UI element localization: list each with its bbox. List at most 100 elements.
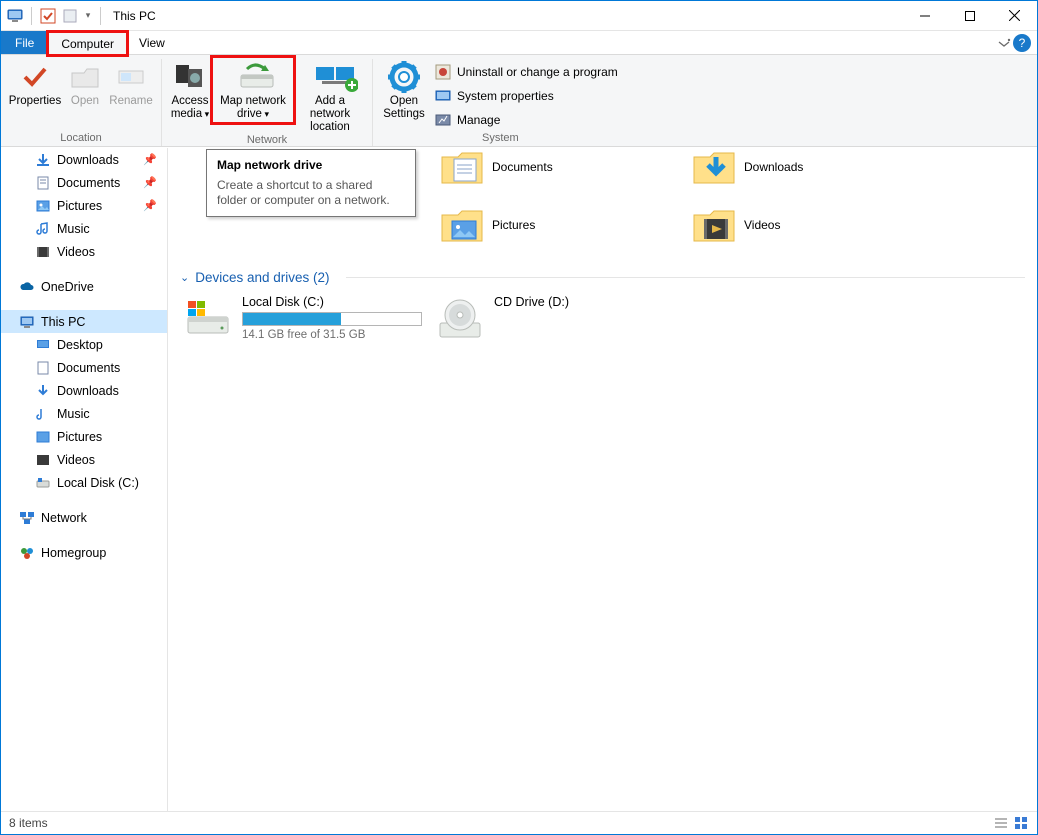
group-system-label: System xyxy=(482,132,519,146)
nav-this-pc[interactable]: This PC xyxy=(1,310,167,333)
open-label: Open xyxy=(71,95,99,108)
tab-file[interactable]: File xyxy=(1,31,48,54)
access-media-button[interactable]: Access media ▾ xyxy=(168,59,212,121)
drive-label: Local Disk (C:) xyxy=(242,295,422,309)
minimize-ribbon-button[interactable] xyxy=(995,31,1013,55)
rename-label: Rename xyxy=(109,95,152,108)
nav-music[interactable]: Music xyxy=(1,402,167,425)
add-network-location-button[interactable]: Add a network location xyxy=(294,59,366,134)
nav-quick-videos[interactable]: Videos xyxy=(1,240,167,263)
large-icons-view-button[interactable] xyxy=(1013,815,1029,831)
add-location-label: Add a network location xyxy=(294,95,366,134)
nav-desktop[interactable]: Desktop xyxy=(1,333,167,356)
nav-quick-documents[interactable]: Documents📌 xyxy=(1,171,167,194)
rename-icon xyxy=(115,61,147,93)
nav-quick-music[interactable]: Music xyxy=(1,217,167,240)
map-network-drive-button[interactable]: Map network drive ▾ xyxy=(214,59,292,121)
onedrive-icon xyxy=(19,279,35,295)
group-network-label: Network xyxy=(247,134,287,148)
nav-videos[interactable]: Videos xyxy=(1,448,167,471)
music-icon xyxy=(35,221,51,237)
properties-button[interactable]: Properties xyxy=(7,59,63,108)
uninstall-program-button[interactable]: Uninstall or change a program xyxy=(431,61,622,83)
folder-downloads[interactable]: Downloads xyxy=(684,148,936,196)
folder-videos[interactable]: Videos xyxy=(684,196,936,254)
drive-label: CD Drive (D:) xyxy=(494,295,569,309)
homegroup-icon xyxy=(19,545,35,561)
manage-button[interactable]: Manage xyxy=(431,109,622,131)
qat-newfolder-icon[interactable] xyxy=(60,6,80,26)
nav-homegroup[interactable]: Homegroup xyxy=(1,541,167,564)
qat-dropdown-icon[interactable]: ▾ xyxy=(82,6,94,26)
navigation-pane[interactable]: Downloads📌 Documents📌 Pictures📌 Music Vi… xyxy=(1,148,168,811)
ribbon: Properties Open Rename Location Access m… xyxy=(1,55,1037,147)
videos-icon xyxy=(35,244,51,260)
help-button[interactable]: ? xyxy=(1013,34,1031,52)
uninstall-icon xyxy=(435,64,451,80)
folder-pictures[interactable]: Pictures xyxy=(432,196,684,254)
pictures-icon xyxy=(35,429,51,445)
nav-pictures[interactable]: Pictures xyxy=(1,425,167,448)
folder-label: Documents xyxy=(492,160,553,174)
tab-computer[interactable]: Computer xyxy=(48,32,127,55)
group-system: Open Settings Uninstall or change a prog… xyxy=(373,59,628,146)
content-area[interactable]: Documents Downloads Pictures Videos ⌄ De… xyxy=(168,148,1037,811)
music-icon xyxy=(35,406,51,422)
devices-header[interactable]: ⌄ Devices and drives (2) xyxy=(180,270,1025,285)
documents-folder-icon xyxy=(438,148,486,191)
drive-cd-d[interactable]: CD Drive (D:) xyxy=(432,291,684,347)
drive-icon xyxy=(35,475,51,491)
folder-label: Pictures xyxy=(492,218,535,232)
nav-quick-pictures[interactable]: Pictures📌 xyxy=(1,194,167,217)
uninstall-label: Uninstall or change a program xyxy=(457,65,618,79)
downloads-folder-icon xyxy=(690,148,738,191)
minimize-button[interactable] xyxy=(902,1,947,30)
titlebar: ▾ This PC xyxy=(1,1,1037,31)
access-media-icon xyxy=(174,61,206,93)
pin-icon: 📌 xyxy=(143,199,157,212)
pictures-icon xyxy=(35,198,51,214)
close-button[interactable] xyxy=(992,1,1037,30)
drive-local-disk-c[interactable]: Local Disk (C:) 14.1 GB free of 31.5 GB xyxy=(180,291,432,347)
tab-view[interactable]: View xyxy=(127,31,177,54)
qat-properties-icon[interactable] xyxy=(38,6,58,26)
downloads-icon xyxy=(35,383,51,399)
documents-icon xyxy=(35,175,51,191)
folder-documents[interactable]: Documents xyxy=(432,148,684,196)
open-settings-button[interactable]: Open Settings xyxy=(379,59,429,121)
ribbon-tabs: File Computer View ? xyxy=(1,31,1037,55)
folder-label: Videos xyxy=(744,218,780,232)
nav-documents[interactable]: Documents xyxy=(1,356,167,379)
separator xyxy=(31,7,32,25)
nav-onedrive[interactable]: OneDrive xyxy=(1,275,167,298)
manage-label: Manage xyxy=(457,113,500,127)
this-pc-icon xyxy=(5,6,25,26)
properties-icon xyxy=(19,61,51,93)
this-pc-icon xyxy=(19,314,35,330)
documents-icon xyxy=(35,360,51,376)
devices-header-label: Devices and drives (2) xyxy=(195,270,329,285)
system-properties-button[interactable]: System properties xyxy=(431,85,622,107)
cd-drive-icon xyxy=(436,295,484,343)
tooltip-map-network-drive: Map network drive Create a shortcut to a… xyxy=(206,149,416,217)
pictures-folder-icon xyxy=(438,201,486,249)
disk-usage-bar xyxy=(242,312,422,326)
folder-label: Downloads xyxy=(744,160,803,174)
add-location-icon xyxy=(314,61,346,93)
group-location-label: Location xyxy=(60,132,102,146)
nav-quick-downloads[interactable]: Downloads📌 xyxy=(1,148,167,171)
separator xyxy=(100,7,101,25)
map-drive-icon xyxy=(237,61,269,93)
manage-icon xyxy=(435,112,451,128)
pin-icon: 📌 xyxy=(143,153,157,166)
nav-network[interactable]: Network xyxy=(1,506,167,529)
maximize-button[interactable] xyxy=(947,1,992,30)
group-network: Access media ▾ Map network drive ▾ Add a… xyxy=(162,59,373,146)
system-properties-label: System properties xyxy=(457,89,554,103)
details-view-button[interactable] xyxy=(993,815,1009,831)
properties-label: Properties xyxy=(9,95,61,108)
nav-local-disk[interactable]: Local Disk (C:) xyxy=(1,471,167,494)
nav-downloads[interactable]: Downloads xyxy=(1,379,167,402)
drive-free-space: 14.1 GB free of 31.5 GB xyxy=(242,329,422,341)
tooltip-body: Create a shortcut to a shared folder or … xyxy=(217,178,405,208)
